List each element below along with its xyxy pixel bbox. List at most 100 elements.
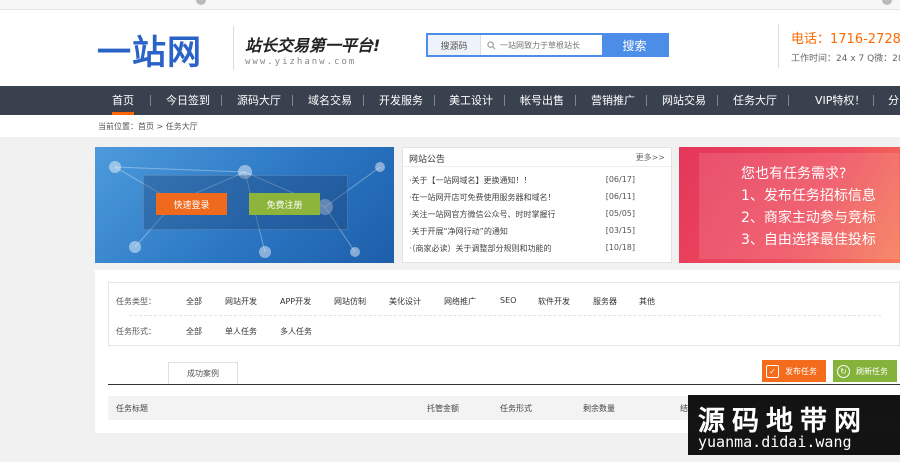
nav-separator bbox=[221, 95, 222, 106]
notice-header: 网站公告 更多>> bbox=[403, 148, 671, 167]
filter-divider bbox=[129, 315, 881, 316]
notice-title: 网站公告 bbox=[409, 155, 446, 165]
promo-line: 1、发布任务招标信息 bbox=[741, 188, 876, 204]
search-icon bbox=[484, 35, 498, 55]
filter-type-option[interactable]: SEO bbox=[500, 296, 516, 305]
slogan-domain: www.yizhanw.com bbox=[245, 57, 357, 67]
contact-phone: 电话：1716-2728 bbox=[791, 32, 900, 47]
filter-mode-label: 任务形式： bbox=[116, 327, 156, 336]
column-header-remaining[interactable]: 剩余数量 bbox=[583, 403, 615, 414]
slogan: 站长交易第一平台! www.yizhanw.com bbox=[233, 26, 380, 70]
refresh-icon: ↻ bbox=[837, 364, 850, 378]
notice-item-date: [06/11] bbox=[605, 192, 635, 201]
publish-task-button[interactable]: ✓ 发布任务 bbox=[762, 360, 826, 382]
nav-item-home[interactable]: 首页 bbox=[112, 86, 134, 115]
nav-item-source[interactable]: 源码大厅 bbox=[237, 86, 281, 115]
promo-line: 3、自由选择最佳投标 bbox=[741, 232, 876, 248]
nav-separator bbox=[434, 95, 435, 106]
search-input[interactable] bbox=[498, 35, 602, 55]
notice-item-date: [05/05] bbox=[605, 209, 635, 218]
filter-type-option[interactable]: 网站仿制 bbox=[334, 296, 366, 307]
nav-separator bbox=[873, 95, 874, 106]
filter-mode-option[interactable]: 多人任务 bbox=[280, 326, 312, 337]
top-strip-dot bbox=[196, 0, 206, 5]
task-promo-banner[interactable]: 您也有任务需求? 1、发布任务招标信息 2、商家主动参与竞标 3、自由选择最佳投… bbox=[679, 147, 900, 263]
search-bar: 搜源码 搜索 bbox=[426, 33, 669, 57]
filter-mode-option[interactable]: 单人任务 bbox=[225, 326, 257, 337]
nav-item-vip[interactable]: VIP特权！ bbox=[815, 86, 865, 115]
promo-heading: 您也有任务需求? bbox=[741, 166, 847, 182]
notice-item-text: ·在一站网开店可免费使用服务器和域名！ bbox=[409, 193, 556, 202]
quick-login-button[interactable]: 快速登录 bbox=[156, 193, 227, 215]
task-filters: 任务类型： 全部 网站开发 APP开发 网站仿制 美化设计 网络推广 SEO 软… bbox=[108, 282, 900, 346]
document-icon: ✓ bbox=[766, 364, 779, 378]
site-notice-panel: 网站公告 更多>> ·关于【一站网域名】更换通知！！ [06/17] ·在一站网… bbox=[402, 147, 672, 263]
nav-item-sites[interactable]: 网站交易 bbox=[662, 86, 706, 115]
filter-mode-option[interactable]: 全部 bbox=[186, 326, 202, 337]
notice-item[interactable]: ·关于开展“净网行动”的通知 [03/15] bbox=[409, 224, 665, 240]
notice-item-date: [06/17] bbox=[605, 175, 635, 184]
breadcrumb[interactable]: 当前位置：首页 > 任务大厅 bbox=[98, 121, 198, 132]
nav-separator bbox=[788, 95, 789, 106]
tab-success-cases[interactable]: 成功案例 bbox=[168, 362, 238, 384]
top-strip-dot bbox=[882, 0, 892, 5]
nav-separator bbox=[646, 95, 647, 106]
column-header-amount[interactable]: 托管金额 bbox=[427, 403, 459, 414]
notice-item-text: ·关注一站网官方微信公众号、时时掌握行 bbox=[409, 210, 556, 219]
tabs-underline bbox=[108, 384, 900, 385]
nav-separator bbox=[504, 95, 505, 106]
notice-more-link[interactable]: 更多>> bbox=[636, 152, 665, 163]
filter-type-option[interactable]: 美化设计 bbox=[389, 296, 421, 307]
filter-type-option[interactable]: 服务器 bbox=[593, 296, 617, 307]
notice-item[interactable]: ·在一站网开店可免费使用服务器和域名！ [06/11] bbox=[409, 190, 665, 206]
breadcrumb-bar: 当前位置：首页 > 任务大厅 bbox=[0, 115, 900, 137]
filter-type-option[interactable]: 全部 bbox=[186, 296, 202, 307]
filter-type-option[interactable]: APP开发 bbox=[280, 296, 311, 307]
notice-item[interactable]: ·（商家必读）关于调整部分规则和功能的 [10/18] bbox=[409, 241, 665, 257]
search-type-select[interactable]: 搜源码 bbox=[428, 35, 481, 55]
notice-item-date: [10/18] bbox=[605, 243, 635, 252]
top-strip bbox=[0, 0, 900, 10]
nav-item-signin[interactable]: 今日签到 bbox=[166, 86, 210, 115]
column-header-end[interactable]: 结 bbox=[680, 403, 688, 414]
column-header-title[interactable]: 任务标题 bbox=[116, 403, 148, 414]
login-banner bbox=[95, 147, 394, 263]
watermark: 源码地带网 yuanma.didai.wang bbox=[688, 395, 900, 455]
filter-type-label: 任务类型： bbox=[116, 297, 156, 306]
nav-item-tasks[interactable]: 任务大厅 bbox=[733, 86, 777, 115]
promo-line: 2、商家主动参与竞标 bbox=[741, 210, 876, 226]
nav-separator bbox=[575, 95, 576, 106]
notice-item-text: ·关于开展“净网行动”的通知 bbox=[409, 227, 508, 236]
nav-separator bbox=[363, 95, 364, 106]
contact-hours: 工作时间：24 x 7 Q微：282 bbox=[791, 54, 900, 64]
watermark-url: yuanma.didai.wang bbox=[698, 433, 852, 451]
filter-type-option[interactable]: 软件开发 bbox=[538, 296, 570, 307]
column-header-mode[interactable]: 任务形式 bbox=[500, 403, 532, 414]
filter-type-option[interactable]: 网站开发 bbox=[225, 296, 257, 307]
search-button[interactable]: 搜索 bbox=[602, 35, 667, 55]
nav-item-design[interactable]: 美工设计 bbox=[449, 86, 493, 115]
filter-type-option[interactable]: 其他 bbox=[639, 296, 655, 307]
site-logo[interactable]: 一站网 bbox=[97, 32, 221, 74]
contact-info: 电话：1716-2728 工作时间：24 x 7 Q微：282 bbox=[778, 24, 900, 68]
notice-item-text: ·关于【一站网域名】更换通知！！ bbox=[409, 176, 532, 185]
notice-item-text: ·（商家必读）关于调整部分规则和功能的 bbox=[409, 244, 552, 253]
nav-item-dev[interactable]: 开发服务 bbox=[379, 86, 423, 115]
filter-type-option[interactable]: 网络推广 bbox=[444, 296, 476, 307]
nav-separator bbox=[150, 95, 151, 106]
notice-item[interactable]: ·关注一站网官方微信公众号、时时掌握行 [05/05] bbox=[409, 207, 665, 223]
free-register-button[interactable]: 免费注册 bbox=[249, 193, 320, 215]
notice-item[interactable]: ·关于【一站网域名】更换通知！！ [06/17] bbox=[409, 173, 665, 189]
slogan-main: 站长交易第一平台! bbox=[245, 36, 381, 55]
notice-item-date: [03/15] bbox=[605, 226, 635, 235]
main-nav: 首页 今日签到 源码大厅 域名交易 开发服务 美工设计 帐号出售 营销推广 网站… bbox=[0, 86, 900, 115]
nav-separator bbox=[717, 95, 718, 106]
nav-item-accounts[interactable]: 帐号出售 bbox=[520, 86, 564, 115]
refresh-task-button[interactable]: ↻ 刷新任务 bbox=[833, 360, 897, 382]
nav-item-domain[interactable]: 域名交易 bbox=[308, 86, 352, 115]
nav-item-more[interactable]: 分 bbox=[888, 86, 899, 115]
site-header: 一站网 站长交易第一平台! www.yizhanw.com 搜源码 搜索 电话：… bbox=[0, 10, 900, 86]
nav-separator bbox=[292, 95, 293, 106]
nav-item-marketing[interactable]: 营销推广 bbox=[591, 86, 635, 115]
publish-task-label: 发布任务 bbox=[785, 366, 817, 376]
